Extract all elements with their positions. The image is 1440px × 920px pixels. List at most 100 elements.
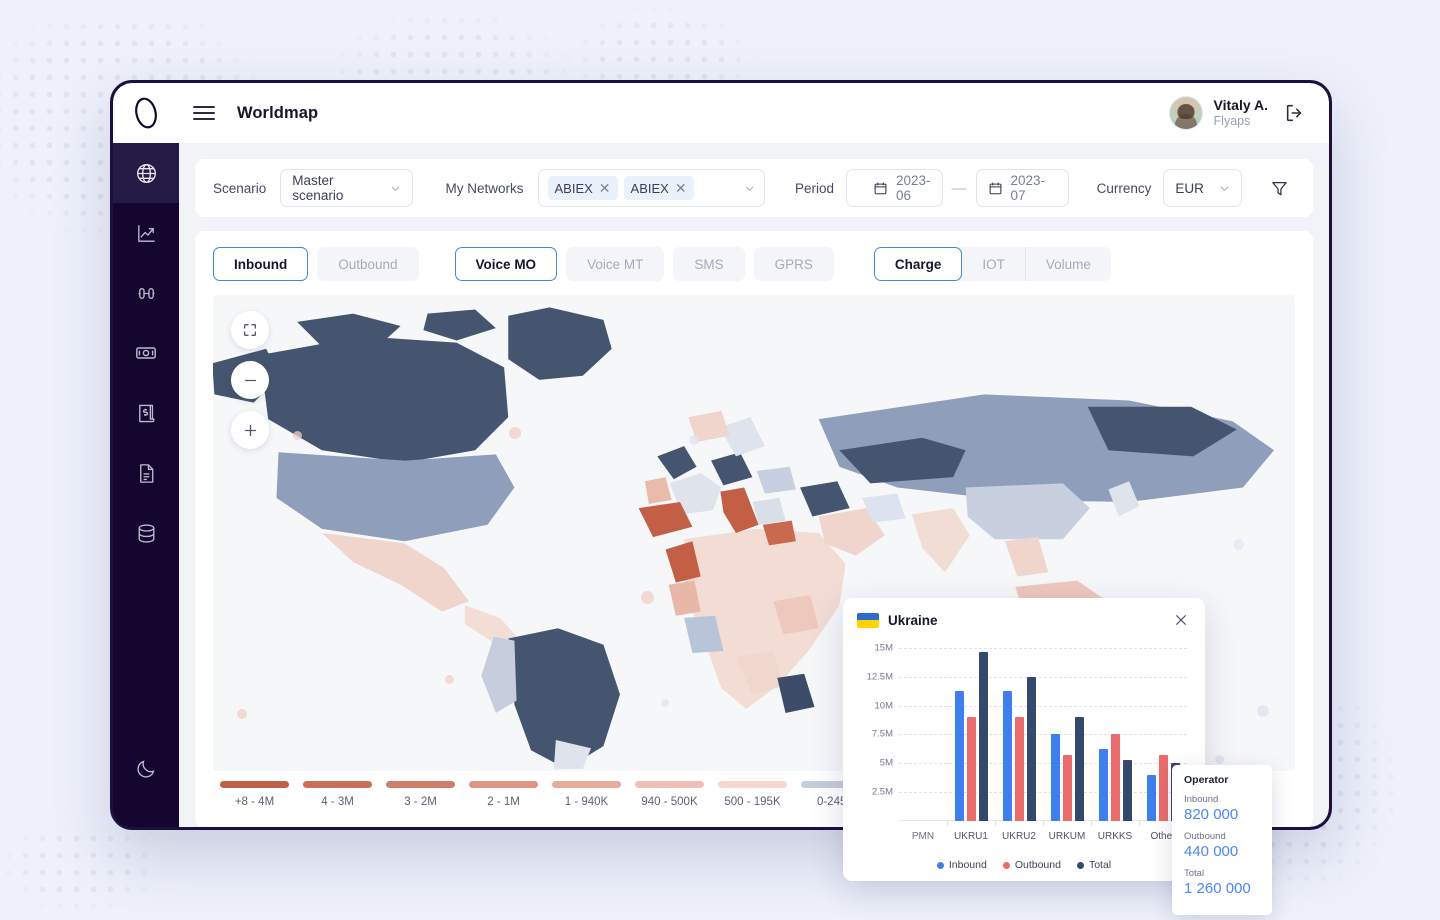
- map-legend-swatch: [635, 781, 704, 788]
- chart-bar[interactable]: [967, 717, 976, 821]
- chart-x-tick-label: URKKS: [1098, 831, 1132, 842]
- bar-chart: 2.5M5M7.5M10M12.5M15MPMNUKRU1UKRU2URKUMU…: [857, 638, 1191, 859]
- chart-x-tick-label: UKRU2: [1002, 831, 1036, 842]
- flag-ukraine-icon: [857, 613, 879, 628]
- zoom-in-button[interactable]: [231, 411, 269, 449]
- currency-label: Currency: [1097, 181, 1152, 196]
- network-chip[interactable]: ABIEX ✕: [548, 176, 618, 200]
- chart-bar[interactable]: [1063, 755, 1072, 821]
- tab-voice-mo[interactable]: Voice MO: [455, 247, 558, 281]
- fullscreen-button[interactable]: [231, 311, 269, 349]
- period-from-value: 2023-06: [896, 173, 931, 203]
- network-chip[interactable]: ABIEX ✕: [624, 176, 694, 200]
- chart-bar-group[interactable]: [1091, 642, 1139, 821]
- chart-bar[interactable]: [1123, 760, 1132, 821]
- tooltip-row-key: Inbound: [1184, 793, 1260, 806]
- tab-gprs[interactable]: GPRS: [754, 247, 834, 281]
- chart-bar[interactable]: [1003, 691, 1012, 821]
- chart-bar-group[interactable]: [1043, 642, 1091, 821]
- chart-bar[interactable]: [1099, 749, 1108, 821]
- funnel-icon[interactable]: [1264, 173, 1295, 204]
- chart-legend-item[interactable]: Total: [1077, 859, 1111, 871]
- tab-sms[interactable]: SMS: [673, 247, 744, 281]
- chart-legend-item[interactable]: Outbound: [1003, 859, 1061, 871]
- map-legend-item[interactable]: +8 - 4M: [213, 781, 296, 808]
- chart-plot-area: 2.5M5M7.5M10M12.5M15MPMNUKRU1UKRU2URKUMU…: [899, 642, 1187, 821]
- networks-select[interactable]: ABIEX ✕ ABIEX ✕: [538, 169, 765, 207]
- sidebar-item-analytics[interactable]: [113, 203, 179, 263]
- zoom-out-button[interactable]: [231, 361, 269, 399]
- calendar-icon: [858, 181, 888, 196]
- tab-iot[interactable]: IOT: [962, 247, 1025, 281]
- tooltip-row-value: 440 000: [1184, 843, 1260, 862]
- chart-bar[interactable]: [1051, 734, 1060, 821]
- sidebar-item-data[interactable]: [113, 503, 179, 563]
- sidebar-item-compare[interactable]: [113, 263, 179, 323]
- hamburger-icon[interactable]: [193, 106, 215, 119]
- tab-charge[interactable]: Charge: [874, 247, 963, 281]
- close-icon[interactable]: ✕: [599, 181, 611, 195]
- chart-bar[interactable]: [1159, 755, 1168, 821]
- user-name: Vitaly A.: [1214, 97, 1268, 113]
- tooltip-row-key: Outbound: [1184, 830, 1260, 843]
- tooltip-row: Outbound440 000: [1184, 830, 1260, 862]
- dotted-map-pattern: [0, 830, 180, 920]
- map-legend-swatch: [303, 781, 372, 788]
- chart-bar[interactable]: [979, 652, 988, 821]
- map-legend-label: +8 - 4M: [213, 796, 296, 808]
- chart-legend-item[interactable]: Inbound: [937, 859, 987, 871]
- close-icon[interactable]: ✕: [675, 181, 687, 195]
- chart-bar[interactable]: [1075, 717, 1084, 821]
- country-chart-popup: Ukraine 2.5M5M7.5M10M12.5M15MPMNUKRU1UKR…: [843, 598, 1205, 881]
- chart-x-tick: [1043, 821, 1044, 826]
- chart-bar[interactable]: [1111, 734, 1120, 821]
- operator-tooltip: Operator Inbound820 000Outbound440 000To…: [1172, 765, 1272, 915]
- tooltip-row: Total1 260 000: [1184, 867, 1260, 899]
- chart-legend: Inbound Outbound Total: [857, 859, 1191, 873]
- chart-y-tick-label: 10M: [875, 700, 893, 711]
- tooltip-row-value: 1 260 000: [1184, 880, 1260, 899]
- currency-select[interactable]: EUR: [1163, 169, 1242, 207]
- scenario-value: Master scenario: [292, 173, 380, 203]
- map-legend-label: 500 - 195K: [711, 796, 794, 808]
- map-legend-label: 940 - 500K: [628, 796, 711, 808]
- tab-inbound[interactable]: Inbound: [213, 247, 308, 281]
- map-legend-swatch: [469, 781, 538, 788]
- map-legend-swatch: [552, 781, 621, 788]
- tab-volume[interactable]: Volume: [1025, 247, 1111, 281]
- sidebar-item-reports[interactable]: [113, 443, 179, 503]
- popup-country-name: Ukraine: [888, 613, 938, 628]
- chart-bar[interactable]: [1147, 775, 1156, 821]
- chart-y-tick-label: 15M: [875, 642, 893, 653]
- close-icon[interactable]: [1171, 610, 1191, 630]
- map-legend-item[interactable]: 940 - 500K: [628, 781, 711, 808]
- chart-bar-group[interactable]: [995, 642, 1043, 821]
- period-separator: —: [952, 180, 967, 197]
- period-to-field[interactable]: 2023-07: [976, 169, 1069, 207]
- map-legend-item[interactable]: 4 - 3M: [296, 781, 379, 808]
- period-from-field[interactable]: 2023-06: [846, 169, 943, 207]
- service-tab-group: Voice MO Voice MT SMS GPRS: [455, 247, 834, 281]
- map-legend-item[interactable]: 3 - 2M: [379, 781, 462, 808]
- chevron-down-icon: [1209, 183, 1230, 194]
- chart-bar[interactable]: [955, 691, 964, 821]
- sidebar-item-worldmap[interactable]: [113, 143, 179, 203]
- chart-bar[interactable]: [1027, 677, 1036, 821]
- tab-outbound[interactable]: Outbound: [317, 247, 418, 281]
- map-legend-item[interactable]: 2 - 1M: [462, 781, 545, 808]
- top-bar: Worldmap Vitaly A. Flyaps: [113, 83, 1329, 143]
- sidebar-item-billing[interactable]: [113, 323, 179, 383]
- map-legend-item[interactable]: 1 - 940K: [545, 781, 628, 808]
- map-legend-item[interactable]: 500 - 195K: [711, 781, 794, 808]
- brand-logo-icon[interactable]: [113, 96, 179, 130]
- chevron-down-icon: [380, 183, 401, 194]
- chart-bar[interactable]: [1015, 717, 1024, 821]
- map-legend-swatch: [718, 781, 787, 788]
- sidebar-item-invoices[interactable]: [113, 383, 179, 443]
- dark-mode-toggle[interactable]: [113, 739, 179, 799]
- logout-icon[interactable]: [1279, 97, 1311, 129]
- chart-bar-group[interactable]: [947, 642, 995, 821]
- tab-voice-mt[interactable]: Voice MT: [566, 247, 664, 281]
- user-block[interactable]: Vitaly A. Flyaps: [1169, 96, 1329, 130]
- scenario-select[interactable]: Master scenario: [280, 169, 413, 207]
